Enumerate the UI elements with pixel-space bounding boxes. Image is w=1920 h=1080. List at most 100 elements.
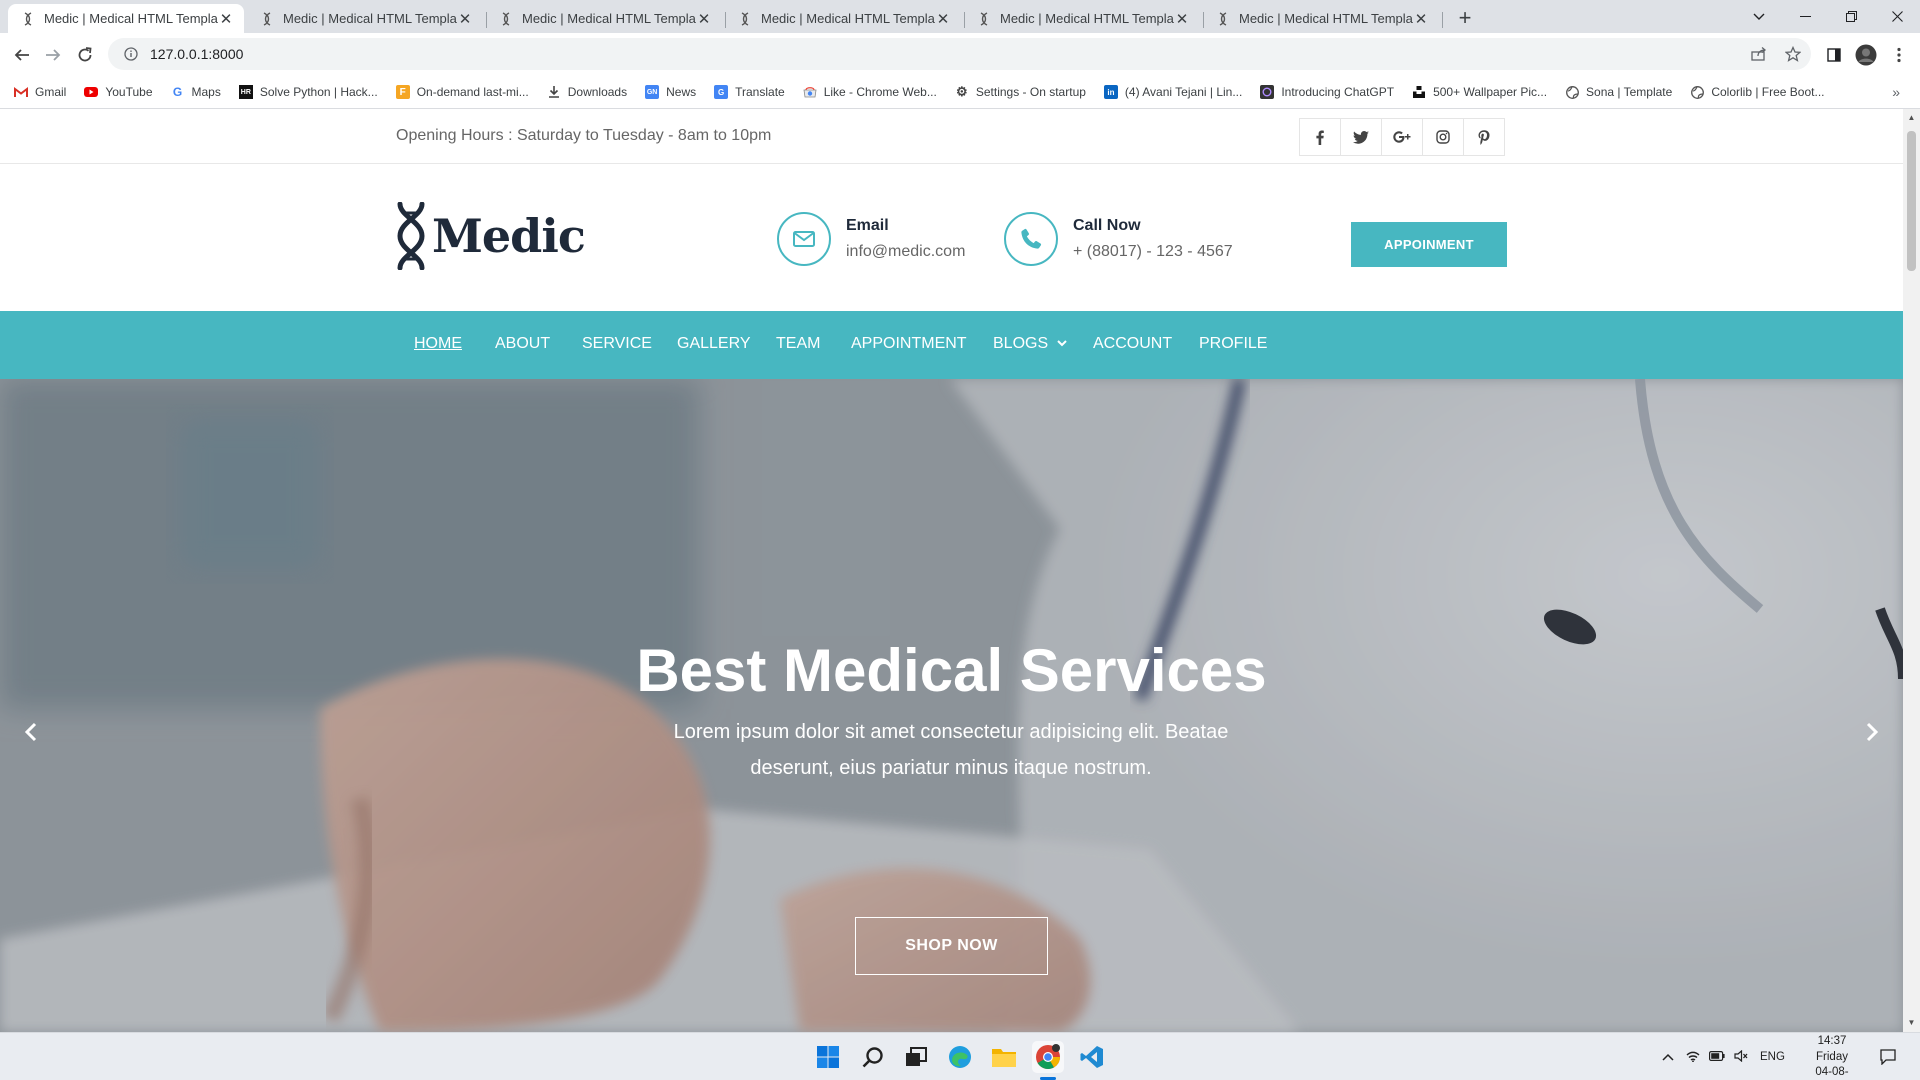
bookmark-translate[interactable]: G Translate [714, 85, 785, 99]
youtube-icon [84, 85, 99, 99]
close-icon[interactable]: ✕ [1413, 10, 1429, 28]
close-icon[interactable]: ✕ [218, 10, 234, 28]
call-value[interactable]: + (88017) - 123 - 4567 [1073, 243, 1233, 261]
browser-menu-button[interactable] [1884, 40, 1914, 70]
search-icon[interactable] [857, 1041, 889, 1073]
tab-3[interactable]: Medic | Medical HTML Template ✕ [486, 4, 722, 33]
nav-item-account[interactable]: ACCOUNT [1093, 335, 1172, 353]
bookmark-label: Downloads [567, 85, 628, 99]
slider-next-arrow-icon[interactable] [1857, 717, 1887, 747]
envelope-icon [777, 212, 831, 266]
nav-item-blogs[interactable]: BLOGS [993, 335, 1067, 353]
pinterest-icon[interactable] [1463, 118, 1505, 156]
windows-start-icon[interactable] [812, 1041, 844, 1073]
tab-4[interactable]: Medic | Medical HTML Template ✕ [725, 4, 961, 33]
scroll-down-icon[interactable]: ▼ [1903, 1016, 1920, 1030]
shop-now-button[interactable]: SHOP NOW [855, 917, 1048, 975]
bookmark-sona[interactable]: Sona | Template [1565, 85, 1672, 99]
wifi-icon[interactable] [1686, 1050, 1700, 1065]
close-icon[interactable]: ✕ [1174, 10, 1190, 28]
url-text[interactable]: 127.0.0.1:8000 [150, 46, 243, 62]
language-indicator[interactable]: ENG [1760, 1051, 1785, 1063]
google-plus-icon[interactable] [1381, 118, 1423, 156]
taskbar-clock[interactable]: 14:37 Friday 04-08-2023 [1812, 1033, 1852, 1080]
appointment-button[interactable]: APPOINMENT [1351, 222, 1507, 267]
volume-muted-icon[interactable] [1734, 1049, 1748, 1065]
bookmark-settings[interactable]: ⚙ Settings - On startup [955, 84, 1086, 99]
tab-search-button[interactable] [1736, 0, 1782, 33]
task-view-icon[interactable] [900, 1041, 932, 1073]
bookmark-linkedin[interactable]: in (4) Avani Tejani | Lin... [1103, 85, 1242, 99]
share-icon[interactable] [1744, 38, 1774, 70]
reload-button[interactable] [70, 40, 100, 70]
instagram-icon[interactable] [1422, 118, 1464, 156]
globe-icon [1690, 85, 1704, 99]
bookmark-on-demand[interactable]: F On-demand last-mi... [395, 85, 529, 99]
forward-button[interactable] [38, 40, 68, 70]
bookmark-colorlib[interactable]: Colorlib | Free Boot... [1690, 85, 1825, 99]
tab-title: Medic | Medical HTML Template [44, 11, 218, 26]
nav-item-service[interactable]: SERVICE [582, 335, 652, 353]
bookmark-gmail[interactable]: Gmail [14, 85, 66, 99]
dna-logo-icon [397, 202, 425, 270]
bookmark-youtube[interactable]: YouTube [84, 85, 153, 99]
minimize-button[interactable] [1782, 0, 1828, 33]
side-panel-button[interactable] [1819, 40, 1849, 70]
site-logo[interactable]: Medic [396, 202, 586, 270]
restore-button[interactable] [1828, 0, 1874, 33]
medic-favicon-icon [737, 11, 753, 27]
slider-prev-arrow-icon[interactable] [16, 717, 46, 747]
openai-icon [1260, 85, 1275, 99]
medic-favicon-icon [259, 11, 275, 27]
email-value[interactable]: info@medic.com [846, 243, 965, 261]
tab-6[interactable]: Medic | Medical HTML Template ✕ [1203, 4, 1439, 33]
browser-toolbar: 127.0.0.1:8000 [0, 33, 1920, 76]
bookmark-chrome-web[interactable]: Like - Chrome Web... [803, 85, 937, 99]
nav-item-appointment[interactable]: APPOINTMENT [851, 335, 967, 353]
page-scrollbar[interactable]: ▲ ▼ [1903, 109, 1920, 1032]
bookmark-downloads[interactable]: Downloads [547, 85, 627, 99]
close-window-button[interactable] [1874, 0, 1920, 33]
page-viewport: Opening Hours : Saturday to Tuesday - 8a… [0, 109, 1920, 1032]
tab-2[interactable]: Medic | Medical HTML Template ✕ [247, 4, 483, 33]
scrollbar-thumb[interactable] [1907, 131, 1916, 271]
download-icon [547, 85, 561, 99]
tab-5[interactable]: Medic | Medical HTML Template ✕ [964, 4, 1200, 33]
nav-item-about[interactable]: ABOUT [495, 335, 550, 353]
site-header: Medic Email info@medic.com Call Now + (8… [0, 164, 1903, 311]
hero-title: Best Medical Services [636, 637, 1267, 704]
close-icon[interactable]: ✕ [935, 10, 951, 28]
battery-icon[interactable] [1709, 1050, 1725, 1064]
nav-item-profile[interactable]: PROFILE [1199, 335, 1267, 353]
back-button[interactable] [7, 40, 37, 70]
nav-item-gallery[interactable]: GALLERY [677, 335, 751, 353]
nav-item-team[interactable]: TEAM [776, 335, 820, 353]
vscode-icon[interactable] [1076, 1041, 1108, 1073]
reload-icon [78, 47, 92, 62]
site-info-icon[interactable] [116, 47, 146, 61]
profile-avatar[interactable] [1851, 40, 1881, 70]
chevron-up-icon[interactable] [1662, 1050, 1674, 1064]
bookmark-chatgpt[interactable]: Introducing ChatGPT [1260, 85, 1394, 99]
scroll-up-icon[interactable]: ▲ [1903, 111, 1920, 125]
edge-browser-icon[interactable] [944, 1041, 976, 1073]
nav-item-home[interactable]: HOME [414, 335, 462, 353]
twitter-icon[interactable] [1340, 118, 1382, 156]
file-explorer-icon[interactable] [988, 1041, 1020, 1073]
email-label: Email [846, 217, 889, 234]
chrome-taskbar-icon[interactable] [1032, 1041, 1064, 1073]
bookmark-star-icon[interactable] [1778, 38, 1808, 70]
facebook-icon[interactable] [1299, 118, 1341, 156]
address-bar[interactable]: 127.0.0.1:8000 [108, 38, 1811, 70]
notification-icon[interactable] [1872, 1041, 1904, 1073]
bookmark-wallpaper[interactable]: 500+ Wallpaper Pic... [1412, 85, 1547, 99]
new-tab-button[interactable]: + [1451, 4, 1479, 32]
close-icon[interactable]: ✕ [696, 10, 712, 28]
bookmark-maps[interactable]: G Maps [171, 85, 221, 99]
close-icon[interactable]: ✕ [457, 10, 473, 28]
f-icon: F [395, 85, 410, 99]
chevron-double-right-icon[interactable]: » [1892, 84, 1900, 100]
bookmark-news[interactable]: GN News [645, 85, 696, 99]
tab-1[interactable]: Medic | Medical HTML Template ✕ [8, 4, 244, 33]
bookmark-hackerrank[interactable]: HR Solve Python | Hack... [238, 85, 378, 99]
